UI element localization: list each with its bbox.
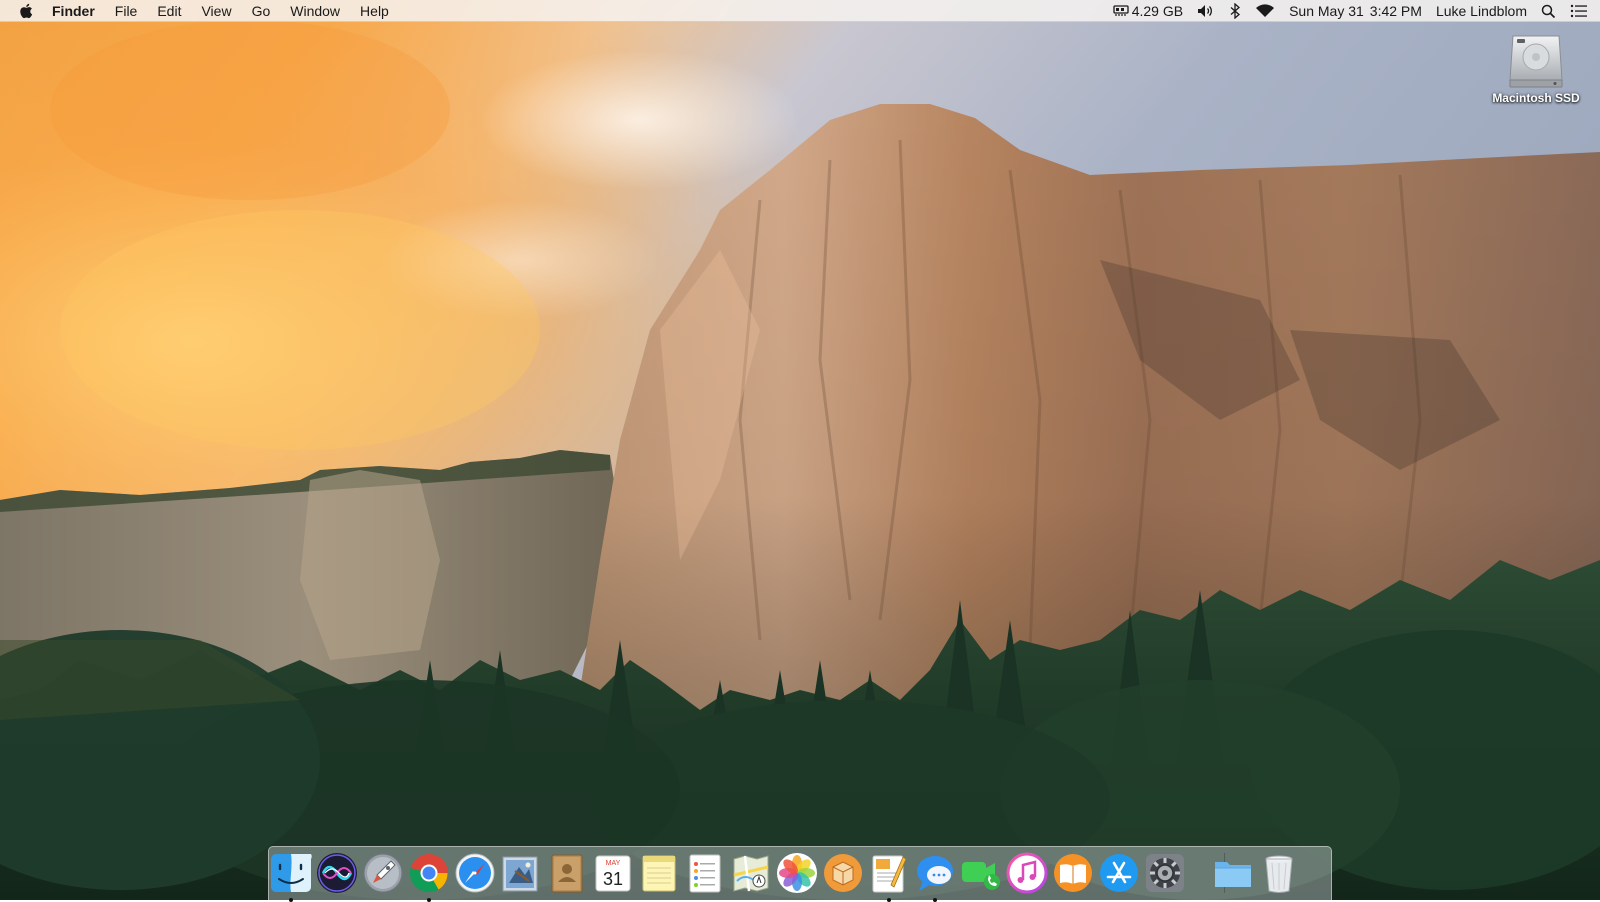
contacts-icon <box>551 854 583 893</box>
clock[interactable]: Sun May 31 3:42 PM <box>1282 0 1429 22</box>
desktop-wallpaper <box>0 0 1600 900</box>
photos-icon <box>777 853 817 893</box>
spotlight-button[interactable] <box>1534 0 1563 22</box>
mail-icon <box>502 856 538 892</box>
ibooks-icon <box>1054 854 1092 892</box>
dock: MAY 31 <box>268 846 1332 902</box>
menu-view[interactable]: View <box>191 0 241 22</box>
system-preferences-icon <box>1146 854 1184 892</box>
dock-stack-trash[interactable] <box>1257 851 1301 895</box>
menu-bar: Finder File Edit View Go Window Help 4.2… <box>0 0 1600 22</box>
chrome-icon <box>409 854 448 893</box>
notification-center-button[interactable] <box>1563 0 1600 22</box>
memory-chip-icon <box>1113 5 1129 16</box>
menu-window[interactable]: Window <box>280 0 350 22</box>
memory-value: 4.29 GB <box>1131 3 1184 19</box>
volume-icon <box>1198 5 1212 17</box>
menu-file[interactable]: File <box>105 0 148 22</box>
dock-item-reminders[interactable] <box>683 851 727 895</box>
dock-item-calendar[interactable]: MAY 31 <box>591 851 635 895</box>
menu-app-finder[interactable]: Finder <box>52 0 105 22</box>
dock-item-notes[interactable] <box>637 851 681 895</box>
dock-item-facetime[interactable] <box>959 851 1003 895</box>
trash-icon <box>1265 855 1293 893</box>
dock-item-archive-utility[interactable] <box>821 851 865 895</box>
calendar-day: 31 <box>603 869 623 889</box>
dock-item-messages[interactable] <box>913 851 957 902</box>
memory-status[interactable]: 4.29 GB <box>1106 0 1190 22</box>
clock-time: 3:42 PM <box>1369 3 1422 19</box>
reminders-icon <box>689 854 721 893</box>
bluetooth-status[interactable] <box>1222 0 1248 22</box>
safari-icon <box>455 853 495 893</box>
menu-go[interactable]: Go <box>242 0 281 22</box>
volume-status[interactable] <box>1190 0 1222 22</box>
package-icon <box>824 854 862 892</box>
pages-icon <box>872 855 907 893</box>
siri-icon <box>317 853 357 893</box>
messages-icon <box>917 856 953 891</box>
dock-item-contacts[interactable] <box>545 851 589 895</box>
folder-icon <box>1215 862 1251 887</box>
app-store-icon <box>1100 854 1138 892</box>
dock-item-safari[interactable] <box>453 851 497 895</box>
hard-drive-icon <box>1509 35 1563 88</box>
wifi-icon <box>1256 4 1275 18</box>
menu-bar-left: Finder File Edit View Go Window Help <box>0 0 399 22</box>
apple-icon <box>20 3 33 18</box>
notification-list-icon <box>1570 4 1587 18</box>
apple-menu[interactable] <box>0 0 52 22</box>
running-indicator <box>289 898 293 902</box>
itunes-icon <box>1006 852 1048 894</box>
dock-item-finder[interactable] <box>269 851 313 902</box>
dock-item-siri[interactable] <box>315 851 359 895</box>
launchpad-icon <box>363 853 403 893</box>
calendar-month: MAY <box>606 860 621 867</box>
finder-icon <box>271 854 312 892</box>
dock-item-pages[interactable] <box>867 851 911 902</box>
dock-item-system-preferences[interactable] <box>1143 851 1187 895</box>
running-indicator <box>933 898 937 902</box>
running-indicator <box>427 898 431 902</box>
notes-icon <box>642 855 676 892</box>
dock-item-app-store[interactable] <box>1097 851 1141 895</box>
search-icon <box>1541 4 1556 18</box>
facetime-icon <box>962 862 1000 890</box>
menu-edit[interactable]: Edit <box>147 0 191 22</box>
calendar-icon: MAY 31 <box>595 855 631 892</box>
desktop-icon-label: Macintosh SSD <box>1492 91 1580 105</box>
dock-item-maps[interactable] <box>729 851 773 895</box>
dock-item-mail[interactable] <box>499 851 543 895</box>
wifi-status[interactable] <box>1248 0 1282 22</box>
dock-item-ibooks[interactable] <box>1051 851 1095 895</box>
dock-item-photos[interactable] <box>775 851 819 895</box>
running-indicator <box>887 898 891 902</box>
menu-help[interactable]: Help <box>350 0 399 22</box>
user-menu[interactable]: Luke Lindblom <box>1429 0 1534 22</box>
desktop-icon-macintosh-ssd[interactable]: Macintosh SSD <box>1478 30 1594 120</box>
maps-icon <box>733 855 769 892</box>
dock-item-itunes[interactable] <box>1005 851 1049 895</box>
dock-stack-folder[interactable] <box>1211 851 1255 895</box>
dock-item-chrome[interactable] <box>407 851 451 902</box>
menu-bar-status: 4.29 GB Sun May 31 3:42 PM Luke Lindblom <box>1106 0 1600 22</box>
bluetooth-icon <box>1230 3 1241 19</box>
dock-item-launchpad[interactable] <box>361 851 405 895</box>
clock-date: Sun May 31 <box>1289 3 1364 19</box>
